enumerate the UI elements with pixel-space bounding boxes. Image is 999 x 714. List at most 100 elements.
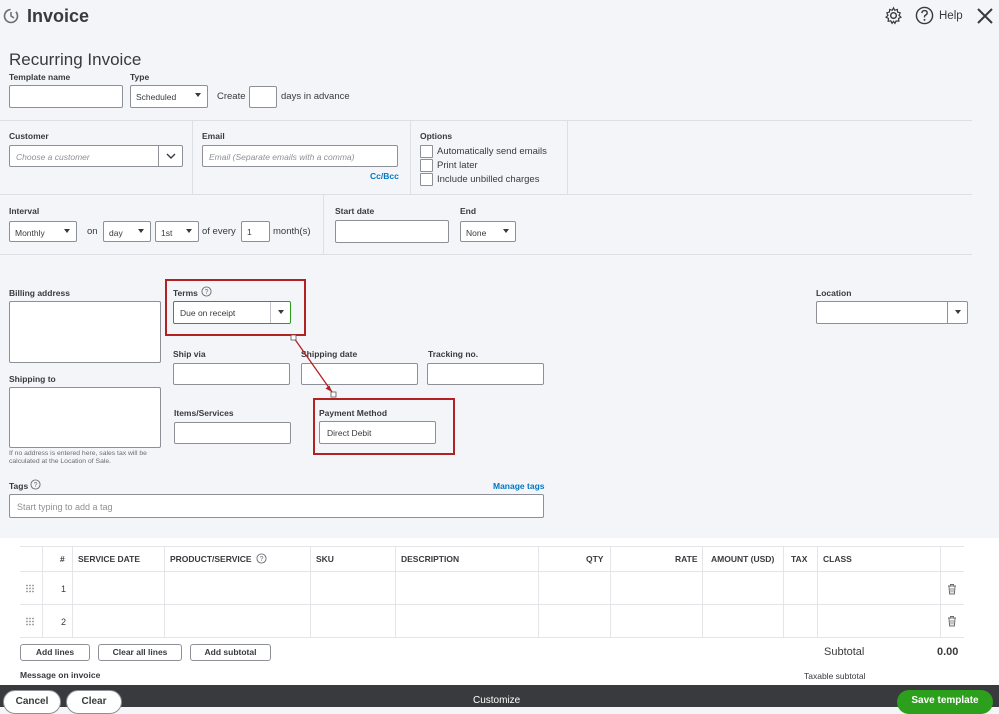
cc-bcc-link[interactable]: Cc/Bcc <box>370 171 399 181</box>
table-border <box>20 571 964 572</box>
day-select[interactable]: day <box>103 221 151 242</box>
customer-placeholder: Choose a customer <box>16 152 90 162</box>
manage-tags-link[interactable]: Manage tags <box>493 481 545 491</box>
location-label: Location <box>816 288 852 298</box>
ship-via-label: Ship via <box>173 349 206 359</box>
svg-text:?: ? <box>260 556 264 563</box>
tags-input[interactable]: Start typing to add a tag <box>9 494 544 518</box>
drag-handle-icon[interactable] <box>25 617 34 626</box>
payment-method-value: Direct Debit <box>327 428 372 438</box>
col-header-num: # <box>60 554 65 564</box>
template-name-input[interactable] <box>9 85 123 108</box>
table-border <box>20 637 964 638</box>
add-lines-button[interactable]: Add lines <box>20 644 90 661</box>
tracking-input[interactable] <box>427 363 544 385</box>
section-divider <box>0 120 972 121</box>
chevron-down-icon <box>195 93 201 97</box>
customer-select[interactable]: Choose a customer <box>9 145 183 167</box>
form-subtitle: Recurring Invoice <box>9 50 142 69</box>
column-divider <box>192 120 193 194</box>
type-select-value: Scheduled <box>136 92 177 102</box>
email-input[interactable]: Email (Separate emails with a comma) <box>202 145 398 167</box>
tags-placeholder: Start typing to add a tag <box>17 502 113 512</box>
row-number: 2 <box>61 617 67 627</box>
billing-address-input[interactable] <box>9 301 161 363</box>
payment-method-label: Payment Method <box>319 408 388 418</box>
add-subtotal-button[interactable]: Add subtotal <box>190 644 271 661</box>
shipping-to-input[interactable] <box>9 387 161 448</box>
dropdown-divider <box>947 302 948 323</box>
of-every-label: of every <box>202 226 236 237</box>
type-select[interactable]: Scheduled <box>130 85 208 108</box>
create-label: Create <box>217 91 246 102</box>
address-note: If no address is entered here, sales tax… <box>9 450 147 466</box>
ship-via-input[interactable] <box>173 363 290 385</box>
trash-icon[interactable] <box>947 583 957 595</box>
column-divider <box>310 546 311 637</box>
chevron-down-icon <box>955 310 961 314</box>
column-divider <box>702 546 703 637</box>
close-icon[interactable] <box>976 7 994 25</box>
info-icon[interactable]: ? <box>256 553 267 564</box>
col-header-qty: QTY <box>586 554 604 564</box>
end-select[interactable]: None <box>460 221 516 242</box>
col-header-description: DESCRIPTION <box>401 554 460 564</box>
unbilled-charges-checkbox[interactable] <box>420 173 433 186</box>
column-divider <box>538 546 539 637</box>
gear-icon[interactable] <box>884 6 903 25</box>
help-icon[interactable] <box>915 6 934 25</box>
auto-send-checkbox[interactable] <box>420 145 433 158</box>
terms-value: Due on receipt <box>180 308 236 318</box>
customer-label: Customer <box>9 131 49 141</box>
recent-icon[interactable] <box>2 7 20 25</box>
chevron-down-icon <box>166 151 176 163</box>
column-divider <box>72 546 73 637</box>
start-date-label: Start date <box>335 206 375 216</box>
start-date-input[interactable] <box>335 220 449 243</box>
help-link[interactable]: Help <box>939 10 963 22</box>
column-divider <box>410 120 411 194</box>
shipping-to-label: Shipping to <box>9 374 56 384</box>
auto-send-label: Automatically send emails <box>437 146 547 157</box>
print-later-label: Print later <box>437 160 478 171</box>
billing-address-label: Billing address <box>9 288 70 298</box>
customize-button[interactable]: Customize <box>473 695 520 706</box>
end-label: End <box>460 206 477 216</box>
column-divider <box>395 546 396 637</box>
clear-button[interactable]: Clear <box>66 690 122 714</box>
options-label: Options <box>420 131 453 141</box>
terms-select[interactable]: Due on receipt <box>173 301 291 324</box>
every-input[interactable]: 1 <box>241 221 270 242</box>
items-services-input[interactable] <box>174 422 291 444</box>
days-in-advance-input[interactable] <box>249 86 277 108</box>
on-label: on <box>87 226 98 237</box>
tags-label: Tags <box>9 481 29 491</box>
column-divider <box>567 120 568 194</box>
interval-label: Interval <box>9 206 40 216</box>
drag-handle-icon[interactable] <box>25 584 34 593</box>
cancel-button[interactable]: Cancel <box>3 690 61 714</box>
terms-label: Terms <box>173 288 198 298</box>
address-note-line: If no address is entered here, sales tax… <box>9 450 147 457</box>
date-select[interactable]: 1st <box>155 221 199 242</box>
date-value: 1st <box>161 228 173 238</box>
end-value: None <box>466 228 487 238</box>
info-icon[interactable]: ? <box>201 286 212 297</box>
subtotal-label: Subtotal <box>824 646 865 658</box>
interval-select[interactable]: Monthly <box>9 221 77 242</box>
trash-icon[interactable] <box>947 615 957 627</box>
location-select[interactable] <box>816 301 968 324</box>
info-icon[interactable]: ? <box>30 479 41 490</box>
chevron-down-icon <box>503 229 509 233</box>
chevron-down-icon <box>186 229 192 233</box>
clear-all-lines-button[interactable]: Clear all lines <box>98 644 182 661</box>
chevron-down-icon <box>138 229 144 233</box>
save-template-button[interactable]: Save template <box>897 690 993 714</box>
subtotal-value: 0.00 <box>937 646 959 658</box>
message-on-invoice-label: Message on invoice <box>20 670 101 680</box>
col-header-class: CLASS <box>823 554 852 564</box>
dropdown-divider <box>158 146 159 166</box>
page-title: Invoice <box>27 6 90 26</box>
payment-method-input[interactable]: Direct Debit <box>319 421 436 444</box>
print-later-checkbox[interactable] <box>420 159 433 172</box>
